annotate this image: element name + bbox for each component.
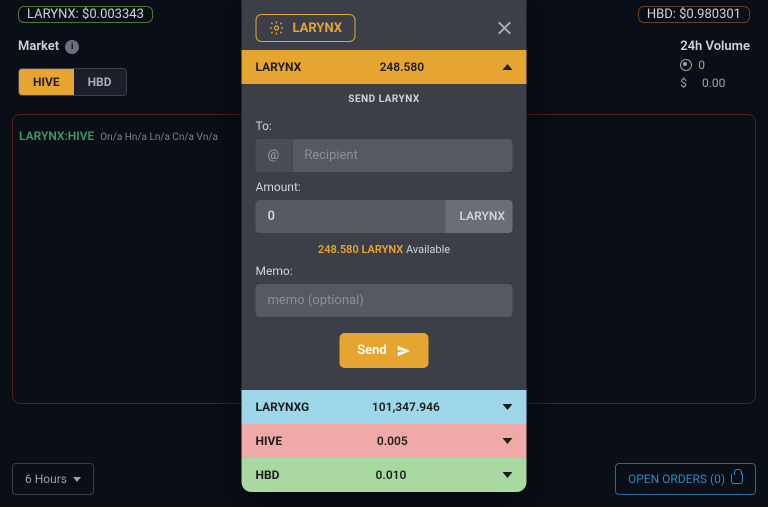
ticker-larynx: LARYNX: $0.003343 (18, 6, 153, 23)
account-name: LARYNX (256, 60, 302, 74)
ticker-hbd-price: $0.980301 (679, 7, 741, 22)
account-row-hbd[interactable]: HBD 0.010 (242, 458, 527, 492)
tab-hbd[interactable]: HBD (74, 69, 126, 95)
volume-value-1: 0 (680, 58, 705, 72)
amount-suffix: LARYNX (446, 200, 513, 233)
time-range-dropdown[interactable]: 6 Hours (12, 463, 94, 495)
chart-meta: On/a Hn/a Ln/a Cn/a Vn/a (100, 132, 218, 143)
basket-icon (731, 474, 743, 484)
send-token-modal: LARYNX LARYNX 248.580 SEND LARYNX To: @ … (242, 0, 527, 492)
chevron-down-icon (73, 477, 81, 482)
chevron-down-icon (503, 404, 513, 410)
amount-input[interactable] (256, 200, 446, 233)
account-name: HBD (256, 468, 280, 482)
account-balance: 0.010 (376, 468, 407, 482)
account-row-larynx[interactable]: LARYNX 248.580 (242, 50, 527, 84)
amount-label: Amount: (256, 180, 513, 194)
account-name: HIVE (256, 434, 283, 448)
volume-value-2: $ 0.00 (680, 76, 725, 90)
ticker-larynx-symbol: LARYNX (27, 7, 76, 22)
account-balance: 101,347.946 (372, 400, 440, 414)
info-icon[interactable]: i (65, 40, 79, 54)
close-icon[interactable] (497, 20, 513, 36)
tab-hive[interactable]: HIVE (19, 69, 74, 95)
paper-plane-icon (397, 344, 411, 358)
volume-label: 24h Volume (680, 39, 750, 54)
market-label: Market i (18, 39, 79, 54)
recipient-input-group: @ (256, 139, 513, 172)
account-name: LARYNXG (256, 400, 310, 414)
account-row-larynxg[interactable]: LARYNXG 101,347.946 (242, 390, 527, 424)
memo-label: Memo: (256, 264, 513, 278)
account-balance: 248.580 (380, 60, 425, 74)
token-badge-label: LARYNX (293, 21, 343, 36)
open-orders-button[interactable]: OPEN ORDERS (0) (615, 463, 756, 495)
chevron-up-icon (502, 64, 512, 70)
gear-icon (269, 20, 285, 36)
market-tabs: HIVE HBD (18, 68, 127, 96)
token-badge[interactable]: LARYNX (256, 14, 356, 42)
form-title: SEND LARYNX (256, 92, 513, 111)
chevron-down-icon (502, 438, 512, 444)
amount-input-group: LARYNX (256, 200, 513, 233)
at-prefix: @ (256, 139, 293, 172)
ticker-larynx-price: $0.003343 (82, 7, 144, 22)
account-row-hive[interactable]: HIVE 0.005 (242, 424, 527, 458)
to-label: To: (256, 119, 513, 133)
chevron-down-icon (503, 472, 513, 478)
send-button[interactable]: Send (339, 333, 429, 368)
token-icon (680, 59, 692, 71)
ticker-hbd: HBD: $0.980301 (638, 6, 750, 23)
memo-input[interactable] (256, 284, 513, 317)
available-balance: 248.580 LARYNX Available (256, 243, 513, 256)
ticker-hbd-symbol: HBD (647, 7, 673, 22)
account-balance: 0.005 (377, 434, 408, 448)
recipient-input[interactable] (292, 139, 512, 172)
chart-pair: LARYNX:HIVE (19, 129, 94, 143)
